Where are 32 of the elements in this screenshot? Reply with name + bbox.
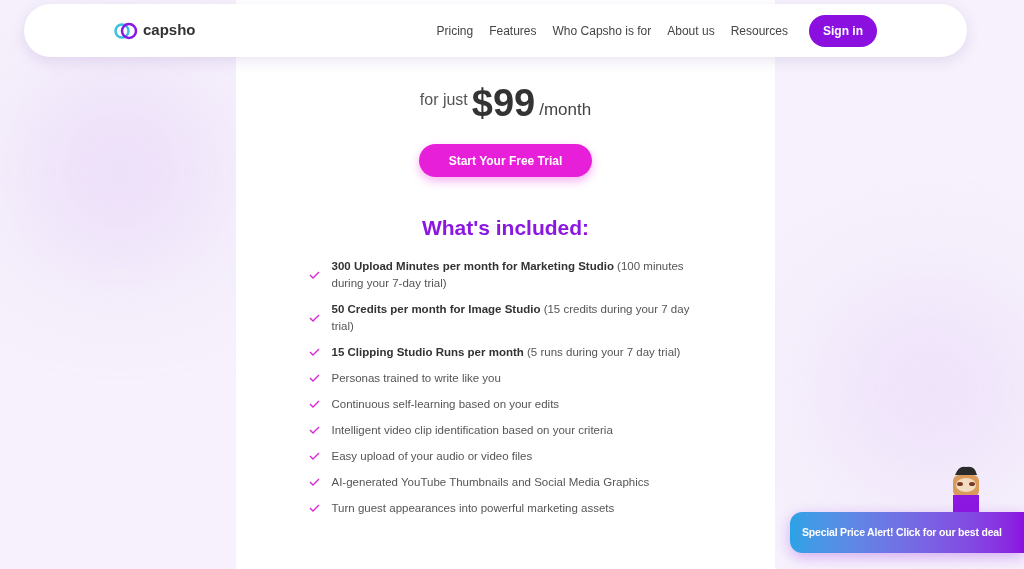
check-icon (308, 270, 320, 279)
check-icon (308, 478, 320, 486)
nav-link[interactable]: Who Capsho is for (552, 21, 652, 40)
price-period: /month (539, 98, 592, 121)
feature-text: Personas trained to write like you (331, 370, 501, 386)
check-icon (308, 348, 320, 356)
nav-link[interactable]: About us (667, 21, 715, 40)
feature-text: Easy upload of your audio or video files (331, 448, 533, 464)
check-icon (308, 426, 320, 434)
sign-in-button[interactable]: Sign in (809, 14, 877, 47)
logo-icon (114, 21, 138, 40)
feature-text: Continuous self-learning based on your edits (331, 396, 560, 412)
nav-link[interactable]: Features (489, 21, 537, 40)
nav-link[interactable]: Pricing (436, 21, 474, 40)
promo-banner[interactable]: Special Price Alert! Click for our best deal (790, 512, 1024, 553)
price-prefix: for just (419, 90, 468, 110)
check-icon (308, 374, 320, 382)
feature-text: Turn guest appearances into powerful marketing assets (331, 500, 615, 516)
check-icon (308, 452, 320, 460)
check-icon (308, 313, 320, 322)
price: $99 (471, 84, 536, 122)
check-icon (308, 504, 320, 512)
feature-text: 50 Credits per month for Image Studio (15 credits during your 7 day trial) (331, 301, 691, 334)
nav-link[interactable]: Resources (730, 21, 788, 40)
logo-text: capsho (143, 20, 196, 41)
section-heading: What's included: (421, 215, 590, 241)
check-icon (308, 400, 320, 408)
free-trial-button[interactable]: Start Your Free Trial (419, 144, 592, 177)
feature-text: Intelligent video clip identification based on your criteria (331, 422, 613, 438)
feature-text: AI-generated YouTube Thumbnails and Social Media Graphics (331, 474, 650, 490)
feature-text: 300 Upload Minutes per month for Marketing Studio (100 minutes during your 7-day trial) (331, 258, 685, 291)
feature-text: 15 Clipping Studio Runs per month (5 runs during your 7 day trial) (331, 344, 681, 360)
